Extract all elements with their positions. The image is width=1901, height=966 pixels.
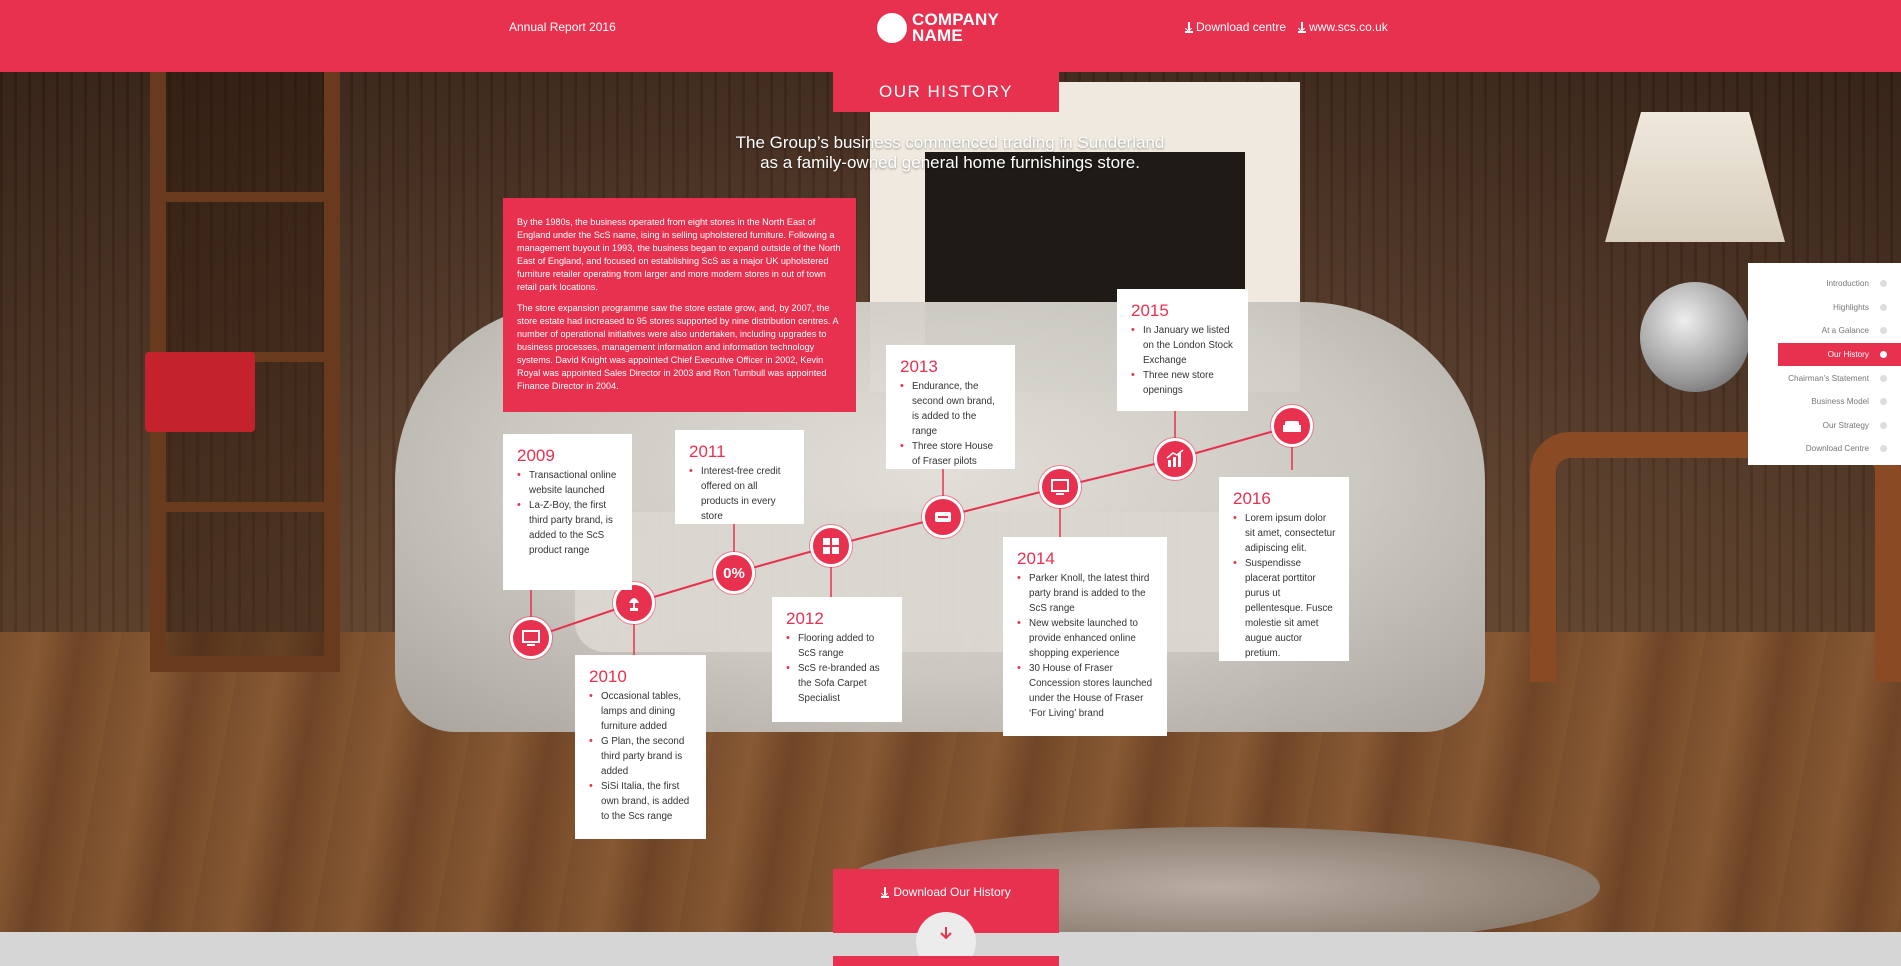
side-nav-item-our-history[interactable]: Our History [1778,342,1901,367]
arrow-down-icon [940,927,952,940]
timeline-item: La-Z-Boy, the first third party brand, i… [517,498,620,558]
timeline-lines [530,411,1293,655]
side-nav-label: Introduction [1826,279,1869,289]
armchair-icon[interactable] [1271,405,1313,447]
monitor-icon[interactable] [1039,466,1081,508]
side-nav-item-chairmans-statement[interactable]: Chairman’s Statement [1748,366,1901,390]
timeline-item: Occasional tables, lamps and dining furn… [589,689,694,734]
nav-dot-icon [1880,351,1887,359]
side-nav-label: Our Strategy [1822,420,1869,430]
monitor-icon[interactable] [510,617,552,659]
timeline-item: Endurance, the second own brand, is adde… [900,379,1003,439]
side-nav-item-introduction[interactable]: Introduction [1748,272,1901,296]
timeline-item: Lorem ipsum dolor sit amet, consectetur … [1233,511,1337,556]
timeline-year: 2010 [589,667,627,686]
timeline-card-2014: 2014 Parker Knoll, the latest third part… [1003,537,1167,736]
section-side-nav: Introduction Highlights At a Galance Our… [1748,263,1901,465]
side-nav-label: Highlights [1833,302,1869,312]
timeline-item: Transactional online website launched [517,468,620,498]
nav-dot-icon [1880,303,1887,311]
timeline-year: 2013 [900,357,938,376]
timeline-card-2013: 2013 Endurance, the second own brand, is… [886,345,1015,469]
side-nav-item-download-centre[interactable]: Download Centre [1748,437,1901,461]
side-nav-item-business-model[interactable]: Business Model [1748,390,1901,414]
timeline-item: G Plan, the second third party brand is … [589,734,694,779]
side-nav-item-at-a-glance[interactable]: At a Galance [1748,319,1901,343]
side-nav-item-highlights[interactable]: Highlights [1748,296,1901,320]
side-nav-item-our-strategy[interactable]: Our Strategy [1748,414,1901,438]
grid-icon[interactable] [810,525,852,567]
timeline-item: New website launched to provide enhanced… [1017,616,1155,661]
timeline-card-2010: 2010 Occasional tables, lamps and dining… [575,655,706,839]
timeline-year: 2016 [1233,489,1271,508]
download-history-label: Download Our History [893,885,1011,899]
side-nav-label: Business Model [1811,397,1869,407]
side-nav-label: At a Galance [1821,326,1869,336]
nav-dot-icon [1880,421,1887,429]
timeline-item: Parker Knoll, the latest third party bra… [1017,571,1155,616]
nav-dot-icon [1880,398,1887,406]
timeline-item: 30 House of Fraser Concession stores lau… [1017,661,1155,721]
side-nav-label: Chairman’s Statement [1788,373,1869,383]
timeline-item: Three new store openings [1131,368,1236,398]
timeline-item: SiSi Italia, the first own brand, is add… [589,779,694,824]
download-icon [881,886,890,898]
timeline-year: 2009 [517,446,555,465]
percent-icon-text: 0% [723,564,745,582]
nav-dot-icon [1880,445,1887,453]
bar-chart-icon[interactable] [1154,438,1196,480]
nav-dot-icon [1880,327,1887,335]
timeline-item: Three store House of Fraser pilots [900,439,1003,469]
timeline-year: 2014 [1017,549,1055,568]
timeline-year: 2012 [786,609,824,628]
nav-dot-icon [1880,374,1887,382]
sofa-icon[interactable] [922,496,964,538]
timeline-item: ScS re-branded as the Sofa Carpet Specia… [786,661,890,706]
timeline-card-2011: 2011 Interest-free credit offered on all… [675,430,804,524]
timeline-card-2012: 2012 Flooring added to ScS range ScS re-… [772,597,902,722]
timeline-year: 2011 [689,442,726,461]
timeline-card-2015: 2015 In January we listed on the London … [1117,289,1248,411]
timeline-card-2009: 2009 Transactional online website launch… [503,434,632,590]
side-nav-label: Our History [1827,350,1869,360]
timeline-card-2016: 2016 Lorem ipsum dolor sit amet, consect… [1219,477,1349,661]
timeline-item: In January we listed on the London Stock… [1131,323,1236,368]
side-nav-label: Download Centre [1805,444,1869,454]
timeline-item: Interest-free credit offered on all prod… [689,464,792,524]
percent-icon[interactable]: 0% [713,552,755,594]
timeline-item: Flooring added to ScS range [786,631,890,661]
next-section-tab [833,956,1059,966]
timeline-item: Suspendisse placerat porttitor purus ut … [1233,556,1337,661]
timeline-year: 2015 [1131,301,1169,320]
nav-dot-icon [1880,280,1887,288]
